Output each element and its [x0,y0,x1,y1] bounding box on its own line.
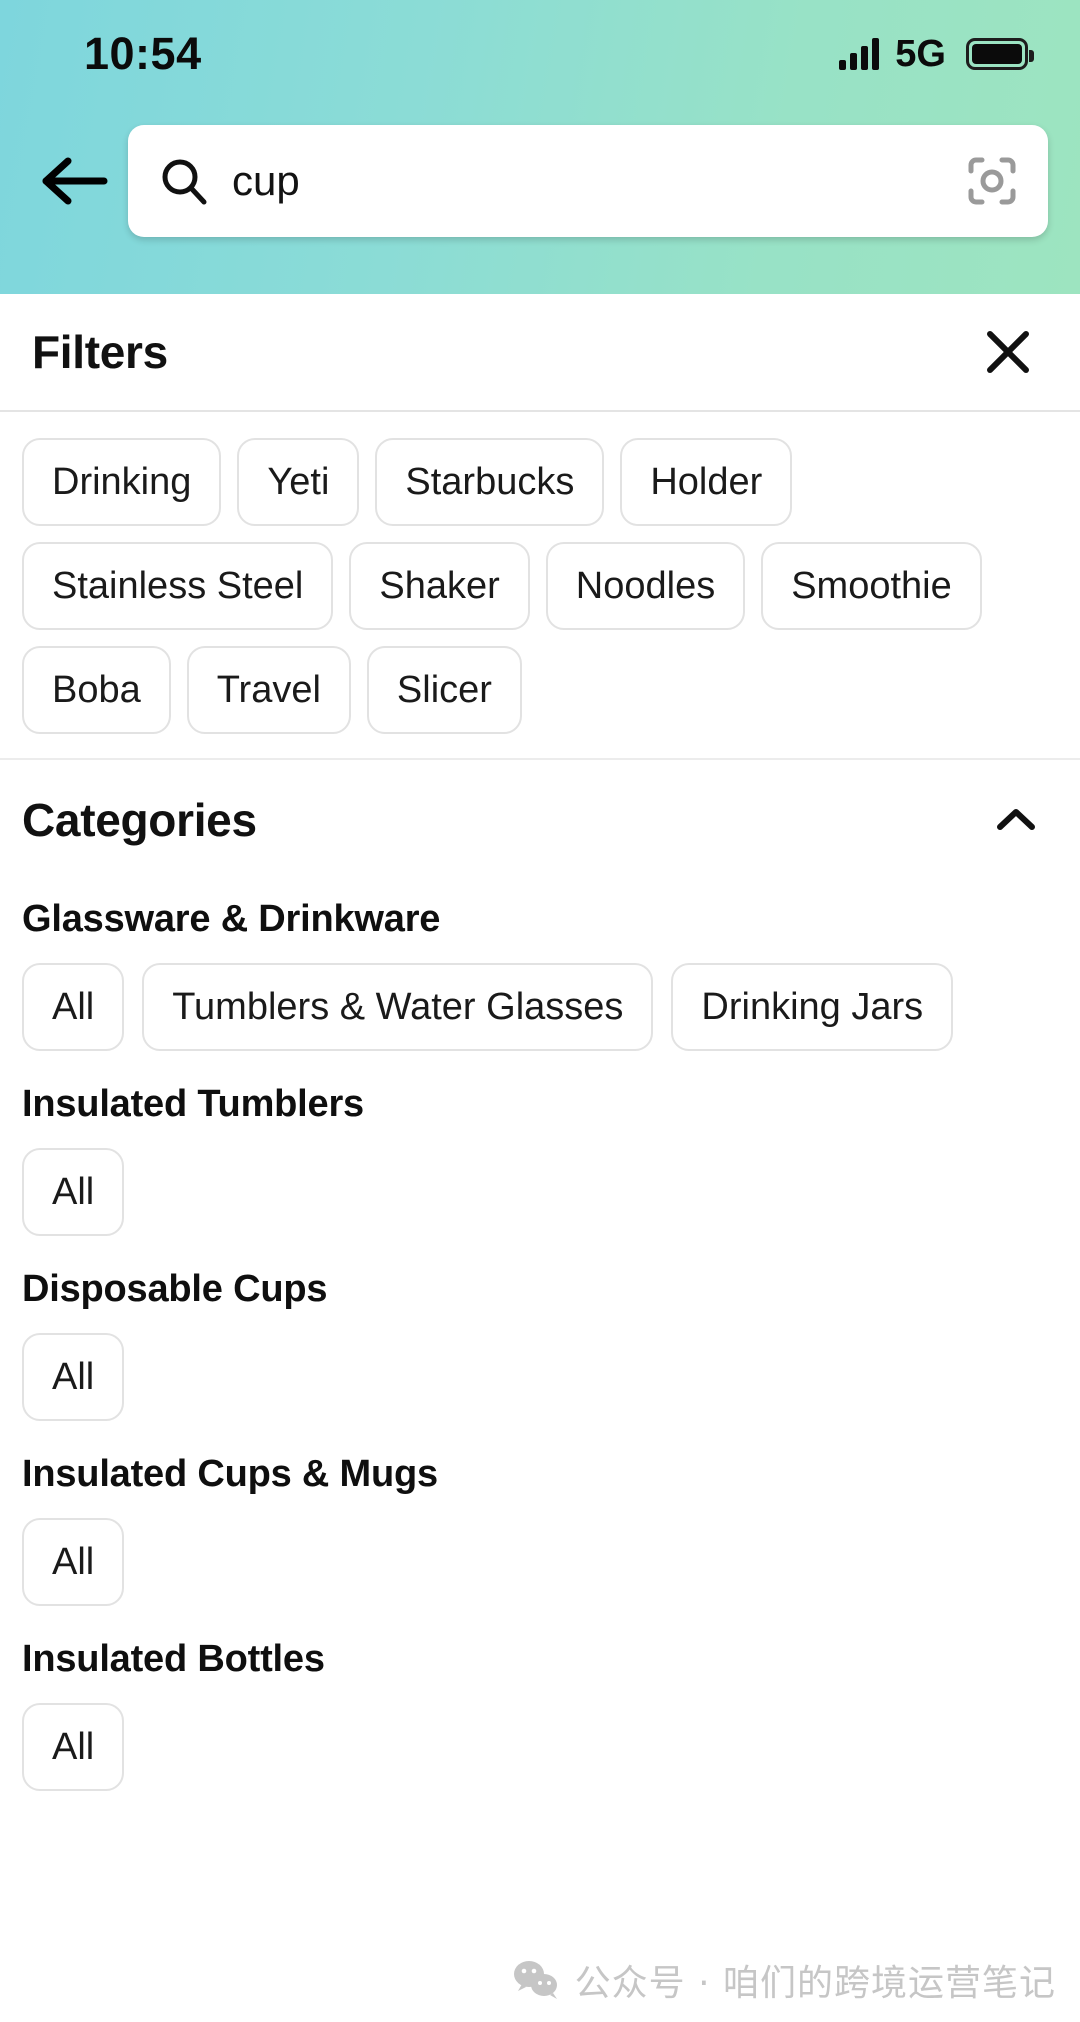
camera-lens-scan-icon[interactable] [964,153,1020,209]
quick-filter-chip[interactable]: Boba [22,646,171,734]
categories-title: Categories [22,794,257,846]
quick-filter-chip[interactable]: Travel [186,646,351,734]
chip-row: Boba Travel Slicer [22,646,1058,734]
category-group-options: All [22,1148,1058,1236]
category-group-options: All [22,1333,1058,1421]
category-option-chip[interactable]: Tumblers & Water Glasses [142,963,654,1051]
category-group-title: Disposable Cups [22,1268,328,1310]
category-group-options: All [22,1703,1058,1791]
close-x-icon [987,331,1029,373]
filters-header: Filters [0,294,1080,410]
categories-section-header[interactable]: Categories [0,760,1080,880]
quick-filter-chip[interactable]: Holder [620,438,793,526]
category-option-chip[interactable]: All [22,1148,125,1236]
back-arrow-icon [42,157,108,205]
wechat-icon [513,1961,557,1999]
signal-bars-icon [839,38,880,70]
quick-filter-chip[interactable]: Shaker [349,542,530,630]
quick-filter-chip[interactable]: Noodles [545,542,746,630]
quick-filter-chip[interactable]: Slicer [366,646,522,734]
category-group-options: All [22,1518,1058,1606]
category-group: Glassware & Drinkware All Tumblers & Wat… [0,898,1080,1051]
battery-full-icon [966,38,1034,70]
chevron-up-icon [997,809,1035,830]
category-group: Insulated Cups & Mugs All [0,1453,1080,1606]
category-group: Insulated Bottles All [0,1638,1080,1791]
category-option-chip[interactable]: All [22,1333,125,1421]
category-option-chip[interactable]: All [22,1518,125,1606]
category-group-title: Insulated Bottles [22,1638,325,1680]
category-option-chip[interactable]: All [22,1703,125,1791]
category-group-title: Glassware & Drinkware [22,898,441,940]
quick-filter-chip[interactable]: Yeti [237,438,360,526]
category-group-title: Insulated Cups & Mugs [22,1453,438,1495]
search-bar[interactable]: cup [128,125,1048,237]
watermark-text: 公众号 · 咱们的跨境运营笔记 [574,1963,1056,2004]
category-group-options: All Tumblers & Water Glasses Drinking Ja… [22,963,1058,1051]
quick-filter-chip[interactable]: Smoothie [761,542,982,630]
category-group: Insulated Tumblers All [0,1083,1080,1236]
search-input[interactable]: cup [232,157,964,205]
category-option-chip[interactable]: All [22,963,125,1051]
app-header: 10:54 5G cup [0,0,1080,294]
network-type-label: 5G [895,33,946,75]
page-title: Filters [32,326,168,378]
category-group: Disposable Cups All [0,1268,1080,1421]
quick-filter-chip[interactable]: Starbucks [375,438,605,526]
back-button[interactable] [26,135,118,227]
quick-filter-chip[interactable]: Drinking [22,438,222,526]
search-icon [158,155,210,207]
quick-filter-chips: Drinking Yeti Starbucks Holder Stainless… [0,412,1080,758]
chip-row: Stainless Steel Shaker Noodles Smoothie [22,542,1058,630]
categories-collapse-button[interactable] [986,790,1046,850]
category-option-chip[interactable]: Drinking Jars [671,963,954,1051]
search-row: cup [0,116,1080,246]
close-filters-button[interactable] [976,320,1040,384]
watermark: 公众号 · 咱们的跨境运营笔记 [513,1954,1056,2006]
status-bar: 10:54 5G [0,0,1080,108]
quick-filter-chip[interactable]: Stainless Steel [22,542,334,630]
categories-section: Categories Glassware & Drinkware All Tum… [0,760,1080,1831]
category-group-title: Insulated Tumblers [22,1083,364,1125]
status-bar-indicators: 5G [839,33,1034,75]
filters-screen: 10:54 5G cup Filters Drinking Yeti Starb… [0,0,1080,2022]
status-bar-time: 10:54 [84,28,202,79]
chip-row: Drinking Yeti Starbucks Holder [22,438,1058,526]
